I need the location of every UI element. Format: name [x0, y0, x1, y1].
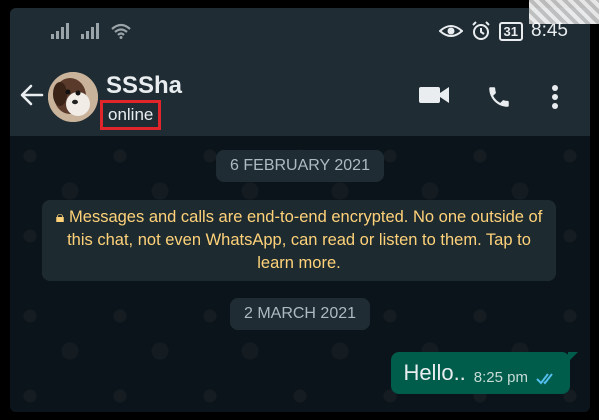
encryption-text: Messages and calls are end-to-end encryp… — [67, 208, 543, 272]
date-separator: 6 FEBRUARY 2021 — [216, 150, 384, 182]
video-call-icon[interactable] — [418, 84, 450, 106]
lock-icon: 🔒︎ — [55, 208, 65, 226]
signal-strength-icon — [51, 23, 69, 39]
wifi-icon — [111, 23, 131, 39]
read-receipt-icon — [536, 373, 553, 385]
chat-header: SSSha online — [10, 58, 590, 136]
message-text: Hello.. — [403, 360, 466, 385]
alarm-icon — [471, 21, 490, 40]
contact-avatar[interactable] — [48, 72, 98, 122]
chat-area[interactable]: 6 FEBRUARY 2021 🔒︎ Messages and calls ar… — [10, 136, 590, 412]
signal-strength-2-icon — [81, 23, 99, 39]
contact-name[interactable]: SSSha — [106, 72, 182, 100]
contact-status-highlighted: online — [100, 100, 162, 130]
eye-comfort-icon — [438, 25, 463, 37]
encryption-notice[interactable]: 🔒︎ Messages and calls are end-to-end enc… — [42, 200, 556, 281]
corner-checker-pattern — [529, 0, 599, 24]
bubble-tail — [568, 352, 578, 362]
signal-group — [50, 23, 132, 39]
status-bar: 31 8:45 — [10, 8, 590, 58]
phone-screen: 31 8:45 SSSha online 6 FEBRUARY 2021 🔒︎ … — [10, 8, 590, 412]
outgoing-message-bubble[interactable]: Hello.. 8:25 pm — [391, 352, 578, 394]
screenshot-frame: 31 8:45 SSSha online 6 FEBRUARY 2021 🔒︎ … — [0, 0, 599, 420]
battery-indicator: 31 — [498, 21, 524, 41]
more-options-icon[interactable] — [551, 84, 559, 110]
back-arrow-icon[interactable] — [20, 84, 44, 106]
date-separator-2: 2 MARCH 2021 — [229, 298, 371, 330]
voice-call-icon[interactable] — [486, 84, 512, 110]
message-time: 8:25 pm — [473, 369, 528, 386]
dog-photo-icon — [48, 72, 98, 122]
